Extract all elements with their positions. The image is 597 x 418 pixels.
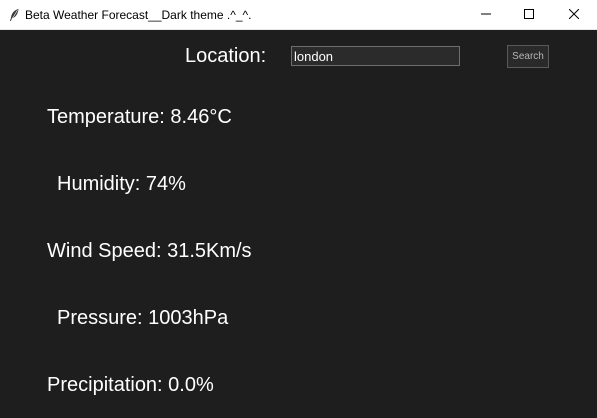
close-button[interactable] — [551, 0, 597, 30]
precipitation-label: Precipitation: 0.0% — [47, 374, 214, 396]
app-window: Beta Weather Forecast__Dark theme .^_^. … — [0, 0, 597, 418]
pressure-label: Pressure: 1003hPa — [57, 307, 229, 329]
title-bar[interactable]: Beta Weather Forecast__Dark theme .^_^. — [0, 0, 597, 30]
minimize-icon — [481, 6, 491, 24]
temperature-label: Temperature: 8.46°C — [47, 106, 232, 128]
maximize-icon — [524, 6, 534, 24]
close-icon — [568, 6, 580, 24]
location-label: Location: — [185, 45, 267, 67]
search-button[interactable]: Search — [507, 45, 549, 68]
maximize-button[interactable] — [506, 0, 552, 30]
humidity-label: Humidity: 74% — [57, 173, 186, 195]
feather-icon — [8, 8, 20, 22]
minimize-button[interactable] — [463, 0, 509, 30]
main-content: Location: Search Temperature: 8.46°C Hum… — [0, 30, 597, 418]
window-title: Beta Weather Forecast__Dark theme .^_^. — [25, 8, 252, 22]
location-input[interactable] — [291, 46, 460, 66]
wind-speed-label: Wind Speed: 31.5Km/s — [47, 240, 252, 262]
